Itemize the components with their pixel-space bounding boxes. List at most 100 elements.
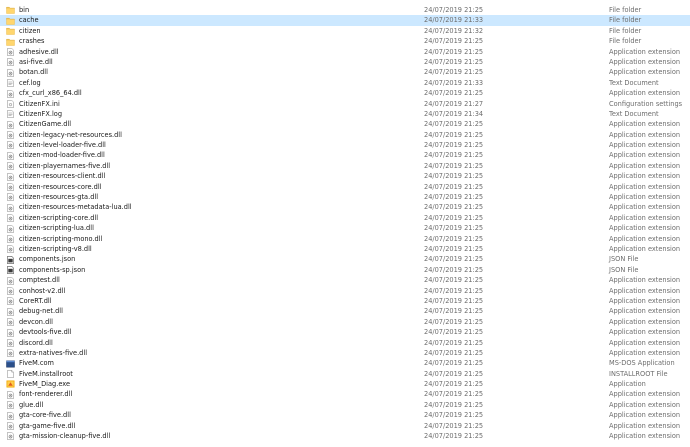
file-row[interactable]: crashes 24/07/2019 21:25 File folder (0, 36, 690, 46)
file-date-modified: 24/07/2019 21:25 (424, 244, 484, 253)
file-name: font-renderer.dll (19, 390, 73, 399)
file-row[interactable]: CitizenFX.ini 24/07/2019 21:27 Configurati… (0, 99, 690, 109)
file-row[interactable]: citizen-legacy-net-resources.dll 24/07/20… (0, 130, 690, 140)
file-name: cache (19, 16, 39, 25)
file-name: components.json (19, 255, 76, 264)
file-date-modified: 24/07/2019 21:25 (424, 432, 484, 441)
file-type: Application extension (609, 172, 681, 181)
file-type: Application extension (609, 421, 681, 430)
dll-file-icon (6, 224, 15, 233)
dll-file-icon (6, 349, 15, 358)
file-type: Application extension (609, 400, 681, 409)
file-name: CitizenGame.dll (19, 120, 72, 129)
file-date-modified: 24/07/2019 21:25 (424, 400, 484, 409)
file-name: debug-net.dll (19, 307, 63, 316)
file-date-modified: 24/07/2019 21:25 (424, 265, 484, 274)
file-type: Application extension (609, 348, 681, 357)
file-type: Application extension (609, 193, 681, 202)
file-row[interactable]: conhost-v2.dll 24/07/2019 21:25 Applicatio… (0, 286, 690, 296)
file-row[interactable]: asi-five.dll 24/07/2019 21:25 Application … (0, 57, 690, 67)
file-name: gta-core-five.dll (19, 411, 71, 420)
file-date-modified: 24/07/2019 21:25 (424, 37, 484, 46)
file-date-modified: 24/07/2019 21:33 (424, 16, 484, 25)
file-row[interactable]: bin 24/07/2019 21:25 File folder (0, 5, 690, 15)
file-type: Application extension (609, 120, 681, 129)
file-date-modified: 24/07/2019 21:25 (424, 296, 484, 305)
file-row[interactable]: citizen-mod-loader-five.dll 24/07/2019 21… (0, 150, 690, 160)
file-date-modified: 24/07/2019 21:25 (424, 6, 484, 14)
file-name: citizen-level-loader-five.dll (19, 141, 106, 150)
file-date-modified: 24/07/2019 21:25 (424, 182, 484, 191)
file-row[interactable]: cef.log 24/07/2019 21:33 Text Document (0, 78, 690, 88)
ini-file-icon (6, 99, 15, 108)
file-type: Application extension (609, 213, 681, 222)
file-row[interactable]: CitizenFX.log 24/07/2019 21:34 Text Docume… (0, 109, 690, 119)
file-row[interactable]: cache 24/07/2019 21:33 File folder (0, 15, 690, 26)
file-row[interactable]: citizen-resources-gta.dll 24/07/2019 21:2… (0, 192, 690, 202)
file-name: crashes (19, 37, 45, 46)
msdos-app-icon (6, 360, 15, 368)
dll-file-icon (6, 131, 15, 140)
file-row[interactable]: components.json 24/07/2019 21:25 JSON File (0, 254, 690, 264)
file-name: CitizenFX.log (19, 109, 63, 118)
file-row[interactable]: citizen-scripting-mono.dll 24/07/2019 21:… (0, 234, 690, 244)
file-row[interactable]: cfx_curl_x86_64.dll 24/07/2019 21:25 Appli… (0, 88, 690, 98)
file-row[interactable]: citizen-scripting-lua.dll 24/07/2019 21:2… (0, 223, 690, 233)
file-row[interactable]: discord.dll 24/07/2019 21:25 Application e… (0, 338, 690, 348)
file-type: Application extension (609, 47, 681, 56)
file-row[interactable]: CoreRT.dll 24/07/2019 21:25 Application ex… (0, 296, 690, 306)
file-type: Application extension (609, 296, 681, 305)
file-row[interactable]: components-sp.json 24/07/2019 21:25 JSON F… (0, 265, 690, 275)
file-date-modified: 24/07/2019 21:25 (424, 411, 484, 420)
file-type: Application extension (609, 182, 681, 191)
file-row[interactable]: adhesive.dll 24/07/2019 21:25 Application … (0, 47, 690, 57)
file-row[interactable]: gta-mission-cleanup-five.dll 24/07/2019 2… (0, 431, 690, 441)
file-name: devtools-five.dll (19, 328, 72, 337)
file-date-modified: 24/07/2019 21:25 (424, 193, 484, 202)
file-row[interactable]: FiveM.com 24/07/2019 21:25 MS-DOS Applicat… (0, 358, 690, 368)
file-row[interactable]: gta-core-five.dll 24/07/2019 21:25 Applica… (0, 410, 690, 420)
file-name: citizen-legacy-net-resources.dll (19, 130, 122, 139)
file-name: asi-five.dll (19, 57, 53, 66)
file-date-modified: 24/07/2019 21:25 (424, 369, 484, 378)
file-row[interactable]: citizen-scripting-v8.dll 24/07/2019 21:25… (0, 244, 690, 254)
dll-file-icon (6, 183, 15, 191)
file-date-modified: 24/07/2019 21:25 (424, 130, 484, 139)
file-type: Application extension (609, 390, 681, 399)
file-date-modified: 24/07/2019 21:25 (424, 348, 484, 357)
file-row[interactable]: devtools-five.dll 24/07/2019 21:25 Applica… (0, 327, 690, 337)
file-row[interactable]: devcon.dll 24/07/2019 21:25 Application ex… (0, 317, 690, 327)
file-row[interactable]: botan.dll 24/07/2019 21:25 Application ext… (0, 67, 690, 77)
dll-file-icon (6, 48, 15, 56)
file-name: citizen-scripting-core.dll (19, 213, 99, 222)
file-row[interactable]: font-renderer.dll 24/07/2019 21:25 Applica… (0, 389, 690, 399)
file-row[interactable]: glue.dll 24/07/2019 21:25 Application exte… (0, 400, 690, 410)
dll-file-icon (6, 203, 15, 212)
file-type: Application extension (609, 130, 681, 139)
file-row[interactable]: gta-game-five.dll 24/07/2019 21:25 Applica… (0, 421, 690, 431)
file-row[interactable]: CitizenGame.dll 24/07/2019 21:25 Applicati… (0, 119, 690, 129)
file-date-modified: 24/07/2019 21:25 (424, 390, 484, 399)
dll-file-icon (6, 338, 15, 347)
file-row[interactable]: FiveM_Diag.exe 24/07/2019 21:25 Applicatio… (0, 379, 690, 389)
file-row[interactable]: debug-net.dll 24/07/2019 21:25 Application… (0, 306, 690, 316)
file-row[interactable]: citizen-playernames-five.dll 24/07/2019 2… (0, 161, 690, 171)
file-date-modified: 24/07/2019 21:25 (424, 213, 484, 222)
dll-file-icon (6, 162, 15, 171)
file-row[interactable]: citizen-resources-client.dll 24/07/2019 2… (0, 171, 690, 181)
file-row[interactable]: extra-natives-five.dll 24/07/2019 21:25 Ap… (0, 348, 690, 358)
file-row[interactable]: citizen-scripting-core.dll 24/07/2019 21:… (0, 213, 690, 223)
file-row[interactable]: citizen-resources-core.dll 24/07/2019 21:… (0, 182, 690, 192)
file-row[interactable]: citizen 24/07/2019 21:32 File folder (0, 26, 690, 36)
file-name: CoreRT.dll (19, 296, 52, 305)
file-row[interactable]: citizen-resources-metadata-lua.dll 24/07/… (0, 202, 690, 212)
file-type: Application extension (609, 317, 681, 326)
file-date-modified: 24/07/2019 21:25 (424, 286, 484, 295)
file-name: bin (19, 6, 30, 14)
file-row[interactable]: FiveM.installroot 24/07/2019 21:25 INSTALL… (0, 369, 690, 379)
file-row[interactable]: comptest.dll 24/07/2019 21:25 Application … (0, 275, 690, 285)
file-date-modified: 24/07/2019 21:34 (424, 109, 484, 118)
file-type: Text Document (609, 78, 659, 87)
file-row[interactable]: citizen-level-loader-five.dll 24/07/2019 … (0, 140, 690, 150)
dll-file-icon (6, 401, 15, 410)
